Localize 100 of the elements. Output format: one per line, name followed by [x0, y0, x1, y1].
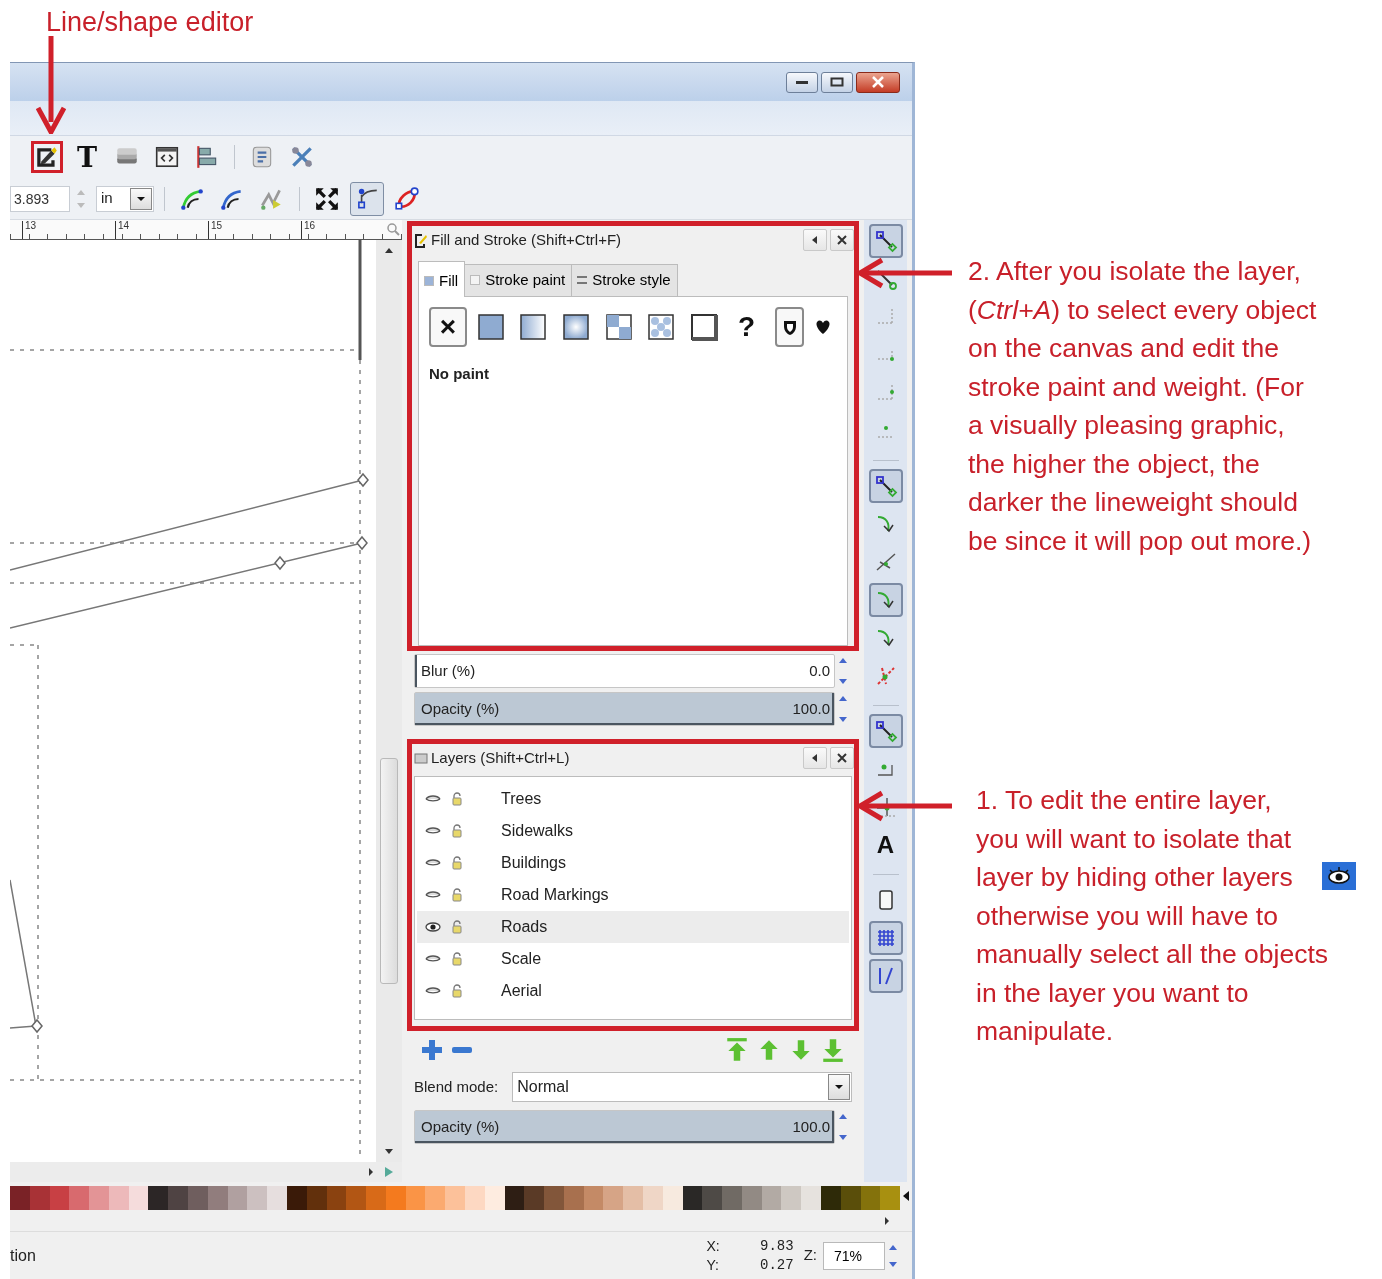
lock-icon[interactable]	[451, 824, 463, 838]
snap-nodes-button[interactable]	[868, 224, 903, 258]
scroll-thumb[interactable]	[380, 758, 398, 984]
color-swatch[interactable]	[880, 1186, 901, 1210]
text-tool-button[interactable]: T	[70, 140, 104, 174]
spin-up-icon[interactable]	[838, 694, 848, 702]
node-handle-button[interactable]	[350, 181, 384, 216]
number-field[interactable]: 3.893	[10, 185, 70, 212]
scroll-arrow-icon[interactable]	[368, 1167, 374, 1177]
color-swatch[interactable]	[761, 1186, 782, 1210]
color-swatch[interactable]	[702, 1186, 723, 1210]
tab[interactable]: Fill	[418, 261, 466, 297]
layer-row[interactable]: Aerial	[417, 975, 849, 1007]
color-swatch[interactable]	[741, 1186, 762, 1210]
lock-icon[interactable]	[451, 888, 463, 902]
scroll-down-icon[interactable]	[384, 1148, 394, 1156]
color-swatch[interactable]	[781, 1186, 802, 1210]
minimize-button[interactable]	[786, 71, 818, 93]
color-swatch[interactable]	[563, 1186, 584, 1210]
color-swatch[interactable]	[188, 1186, 208, 1210]
spin-up-icon[interactable]	[838, 1112, 848, 1120]
raise-to-top-icon[interactable]	[724, 1037, 750, 1063]
guide-button[interactable]	[868, 959, 903, 993]
color-swatch[interactable]	[464, 1186, 485, 1210]
spin-down-icon[interactable]	[888, 1260, 898, 1269]
color-swatch[interactable]	[662, 1186, 683, 1210]
layer-row[interactable]: Scale	[417, 943, 849, 975]
color-swatch[interactable]	[69, 1186, 90, 1210]
scroll-up-icon[interactable]	[384, 246, 394, 254]
maximize-button[interactable]	[821, 71, 853, 93]
color-swatch[interactable]	[484, 1186, 505, 1210]
snap-nodes-button[interactable]	[868, 469, 903, 503]
layer-row[interactable]: Road Markings	[417, 879, 849, 911]
layer-row[interactable]: Sidewalks	[417, 815, 849, 847]
close-button[interactable]	[856, 71, 900, 93]
color-swatch[interactable]	[821, 1186, 841, 1210]
color-swatch[interactable]	[504, 1186, 525, 1210]
color-swatch[interactable]	[860, 1186, 881, 1210]
spin-down-icon[interactable]	[838, 678, 848, 686]
unit-dropdown[interactable]: in	[96, 185, 154, 212]
color-swatch[interactable]	[405, 1186, 426, 1210]
spin-up-icon[interactable]	[838, 656, 848, 664]
color-swatch[interactable]	[148, 1186, 169, 1210]
color-swatch[interactable]	[425, 1186, 446, 1210]
color-swatch[interactable]	[326, 1186, 347, 1210]
spin-down-icon[interactable]	[838, 1134, 848, 1142]
color-swatch[interactable]	[89, 1186, 109, 1210]
lock-icon[interactable]	[451, 792, 463, 806]
tab[interactable]: Stroke style	[571, 264, 678, 296]
color-swatch[interactable]	[346, 1186, 367, 1210]
zoom-icon[interactable]	[386, 222, 400, 236]
color-swatch[interactable]	[108, 1186, 129, 1210]
lock-icon[interactable]	[451, 984, 463, 998]
eye-icon[interactable]	[425, 921, 441, 933]
color-swatch[interactable]	[445, 1186, 465, 1210]
layer-row[interactable]: Roads	[417, 911, 849, 943]
lock-icon[interactable]	[451, 856, 463, 870]
color-swatch[interactable]	[801, 1186, 822, 1210]
color-swatch[interactable]	[544, 1186, 564, 1210]
spin-down-icon[interactable]	[838, 716, 848, 724]
add-icon[interactable]	[420, 1038, 444, 1062]
triangle-icon[interactable]	[384, 1166, 394, 1178]
color-swatch[interactable]	[366, 1186, 386, 1210]
color-swatch[interactable]	[10, 1186, 30, 1210]
color-swatch[interactable]	[306, 1186, 327, 1210]
blur-slider[interactable]: Blur (%) 0.0	[414, 654, 835, 688]
color-swatch[interactable]	[29, 1186, 50, 1210]
color-swatch[interactable]	[524, 1186, 545, 1210]
color-swatch[interactable]	[623, 1186, 643, 1210]
color-swatch[interactable]	[49, 1186, 70, 1210]
snap-nodes-button[interactable]	[868, 714, 903, 748]
pen-button[interactable]	[30, 140, 64, 174]
zoom-field[interactable]: 71%	[823, 1241, 885, 1270]
lock-icon[interactable]	[451, 920, 463, 934]
no-paint-button[interactable]: ×	[429, 306, 467, 347]
color-swatch[interactable]	[643, 1186, 663, 1210]
fill-rule-evenodd-button[interactable]	[775, 306, 804, 347]
tab[interactable]: Stroke paint	[464, 264, 573, 296]
color-swatch[interactable]	[207, 1186, 228, 1210]
color-swatch[interactable]	[267, 1186, 287, 1210]
scroll-arrow-icon[interactable]	[884, 1215, 890, 1226]
color-swatch[interactable]	[385, 1186, 406, 1210]
color-swatch[interactable]	[286, 1186, 307, 1210]
blend-mode-dropdown[interactable]: Normal	[512, 1072, 852, 1102]
color-swatch[interactable]	[583, 1186, 604, 1210]
snap-text-button[interactable]: A	[868, 828, 903, 862]
opacity-slider[interactable]: Opacity (%) 100.0	[414, 692, 835, 726]
color-swatch[interactable]	[682, 1186, 703, 1210]
color-swatch[interactable]	[722, 1186, 742, 1210]
layer-row[interactable]: Buildings	[417, 847, 849, 879]
color-swatch[interactable]	[168, 1186, 189, 1210]
color-swatch[interactable]	[603, 1186, 624, 1210]
unset-paint-button[interactable]: ?	[727, 306, 766, 347]
layer-row[interactable]: Trees	[417, 783, 849, 815]
color-swatch[interactable]	[227, 1186, 248, 1210]
collapse-button[interactable]	[803, 229, 827, 251]
scrollbar[interactable]	[376, 240, 402, 1162]
grid-button[interactable]	[868, 921, 903, 955]
collapse-button[interactable]	[803, 747, 827, 769]
snap-curve-button[interactable]	[868, 583, 903, 617]
